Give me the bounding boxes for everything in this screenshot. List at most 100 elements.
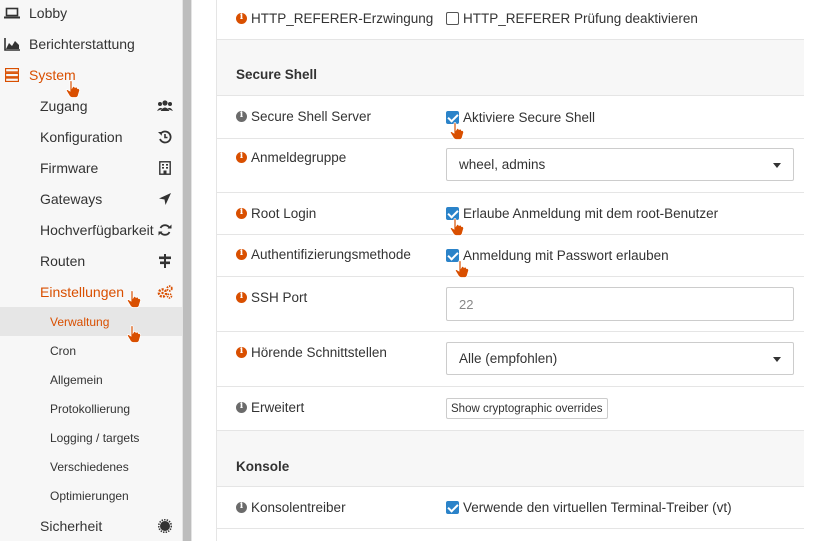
sidebar-item-label: Einstellungen: [40, 283, 125, 300]
sidebar-item-label: Hochverfügbarkeit: [40, 221, 154, 238]
area-chart-icon: [4, 36, 20, 52]
caret-down-icon: [773, 163, 781, 168]
ssh-port-input[interactable]: 22: [446, 287, 794, 321]
sidebar-item-label: Zugang: [40, 97, 88, 114]
hand-cursor-icon: [450, 218, 464, 236]
server-icon: [4, 67, 20, 83]
form-row-login-group: Anmeldegruppe wheel, admins: [217, 139, 804, 193]
crypto-overrides-button[interactable]: Show cryptographic overrides: [446, 398, 608, 419]
sidebar-item-cron[interactable]: Cron: [0, 336, 182, 365]
sidebar-item-label: Sicherheit: [40, 517, 103, 534]
field-label: SSH Port: [236, 290, 307, 305]
sidebar-item-label: Protokollierung: [50, 401, 131, 416]
sidebar-item-firmware[interactable]: Firmware: [0, 152, 182, 183]
sidebar-item-hochverfuegbarkeit[interactable]: Hochverfügbarkeit: [0, 214, 182, 245]
sidebar-scrollbar-thumb[interactable]: [183, 0, 191, 541]
field-label: Authentifizierungsmethode: [236, 247, 411, 262]
hand-cursor-icon: [450, 122, 464, 140]
sidebar-item-label: Verschiedenes: [50, 459, 129, 474]
form-row-ssh-server: Secure Shell Server Aktiviere Secure She…: [217, 96, 804, 139]
sidebar-item-lobby[interactable]: Lobby: [0, 0, 182, 28]
form-row-referer: HTTP_REFERER-Erzwingung HTTP_REFERER Prü…: [217, 0, 804, 40]
checkbox-checked[interactable]: [446, 501, 459, 514]
field-label: Hörende Schnittstellen: [236, 345, 387, 360]
sidebar-item-konfiguration[interactable]: Konfiguration: [0, 121, 182, 152]
sidebar-item-label: Logging / targets: [50, 430, 140, 445]
location-arrow-icon: [157, 191, 173, 207]
sidebar-item-gateways[interactable]: Gateways: [0, 183, 182, 214]
laptop-icon: [4, 5, 20, 21]
settings-form: HTTP_REFERER-Erzwingung HTTP_REFERER Prü…: [216, 0, 804, 541]
building-icon: [157, 160, 173, 176]
right-margin: [803, 0, 821, 541]
content-gutter: [192, 0, 216, 541]
info-icon[interactable]: [236, 110, 247, 122]
info-icon[interactable]: [236, 401, 247, 413]
hand-cursor-icon: [127, 325, 141, 343]
sidebar-item-label: Gateways: [40, 190, 103, 207]
console-driver-checkbox[interactable]: Verwende den virtuellen Terminal-Treiber…: [446, 500, 732, 515]
referer-checkbox[interactable]: HTTP_REFERER Prüfung deaktivieren: [446, 11, 698, 26]
sidebar: Lobby Berichterstattung System Zugang Ko…: [0, 0, 185, 541]
sidebar-item-berichterstattung[interactable]: Berichterstattung: [0, 29, 182, 59]
root-login-checkbox[interactable]: Erlaube Anmeldung mit dem root-Benutzer: [446, 206, 718, 221]
refresh-icon: [157, 222, 173, 238]
sidebar-item-system[interactable]: System: [0, 60, 182, 90]
ssh-enable-checkbox[interactable]: Aktiviere Secure Shell: [446, 110, 595, 125]
field-label: Secure Shell Server: [236, 109, 371, 124]
sidebar-item-allgemein[interactable]: Allgemein: [0, 365, 182, 394]
caret-down-icon: [773, 357, 781, 362]
field-label: Anmeldegruppe: [236, 150, 346, 165]
sidebar-item-label: Lobby: [29, 5, 68, 21]
field-label: Root Login: [236, 206, 316, 221]
login-group-select[interactable]: wheel, admins: [446, 148, 794, 181]
sidebar-item-label: Firmware: [40, 159, 99, 176]
form-row-console-driver: Konsolentreiber Verwende den virtuellen …: [217, 487, 804, 529]
field-label: Erweitert: [236, 400, 304, 415]
info-icon[interactable]: [236, 151, 247, 163]
sidebar-item-zugang[interactable]: Zugang: [0, 90, 182, 121]
sidebar-item-label: Konfiguration: [40, 128, 123, 145]
info-icon[interactable]: [236, 248, 247, 260]
info-icon[interactable]: [236, 346, 247, 358]
users-icon: [157, 98, 173, 114]
sidebar-item-label: Optimierungen: [50, 488, 129, 503]
sidebar-item-logging-targets[interactable]: Logging / targets: [0, 423, 182, 452]
field-label: Konsolentreiber: [236, 500, 346, 515]
section-title: Secure Shell: [236, 67, 318, 82]
sidebar-item-sicherheit[interactable]: Sicherheit: [0, 510, 182, 541]
form-row-ssh-port: SSH Port 22: [217, 277, 804, 332]
listen-interfaces-select[interactable]: Alle (empfohlen): [446, 342, 794, 375]
hand-cursor-icon: [127, 290, 141, 308]
info-icon[interactable]: [236, 501, 247, 513]
sidebar-item-label: Allgemein: [50, 372, 103, 387]
sidebar-item-protokollierung[interactable]: Protokollierung: [0, 394, 182, 423]
password-login-checkbox[interactable]: Anmeldung mit Passwort erlauben: [446, 248, 669, 263]
sidebar-item-label: Verwaltung: [50, 314, 110, 329]
sidebar-item-label: Berichterstattung: [29, 36, 135, 52]
cogs-icon: [157, 284, 173, 300]
hand-cursor-icon: [455, 260, 469, 278]
info-icon[interactable]: [236, 291, 247, 303]
info-icon[interactable]: [236, 207, 247, 219]
hand-cursor-icon: [66, 80, 80, 98]
info-icon[interactable]: [236, 12, 247, 24]
field-label: HTTP_REFERER-Erzwingung: [236, 11, 433, 26]
form-row-root-login: Root Login Erlaube Anmeldung mit dem roo…: [217, 193, 804, 235]
sidebar-item-routen[interactable]: Routen: [0, 245, 182, 276]
form-row-listen-interfaces: Hörende Schnittstellen Alle (empfohlen): [217, 332, 804, 387]
form-row-advanced: Erweitert Show cryptographic overrides: [217, 387, 804, 431]
certificate-icon: [157, 518, 173, 534]
section-header-ssh: Secure Shell: [217, 40, 804, 96]
section-header-console: Konsole: [217, 431, 804, 487]
checkbox-unchecked[interactable]: [446, 12, 459, 25]
sidebar-item-label: Cron: [50, 343, 77, 358]
sidebar-item-optimierungen[interactable]: Optimierungen: [0, 481, 182, 510]
sidebar-item-verschiedenes[interactable]: Verschiedenes: [0, 452, 182, 481]
sidebar-item-verwaltung[interactable]: Verwaltung: [0, 307, 182, 336]
sidebar-item-einstellungen[interactable]: Einstellungen: [0, 276, 182, 307]
form-row-next: [217, 529, 804, 541]
sidebar-item-label: Routen: [40, 252, 86, 269]
form-row-auth-method: Authentifizierungsmethode Anmeldung mit …: [217, 235, 804, 277]
history-icon: [157, 129, 173, 145]
